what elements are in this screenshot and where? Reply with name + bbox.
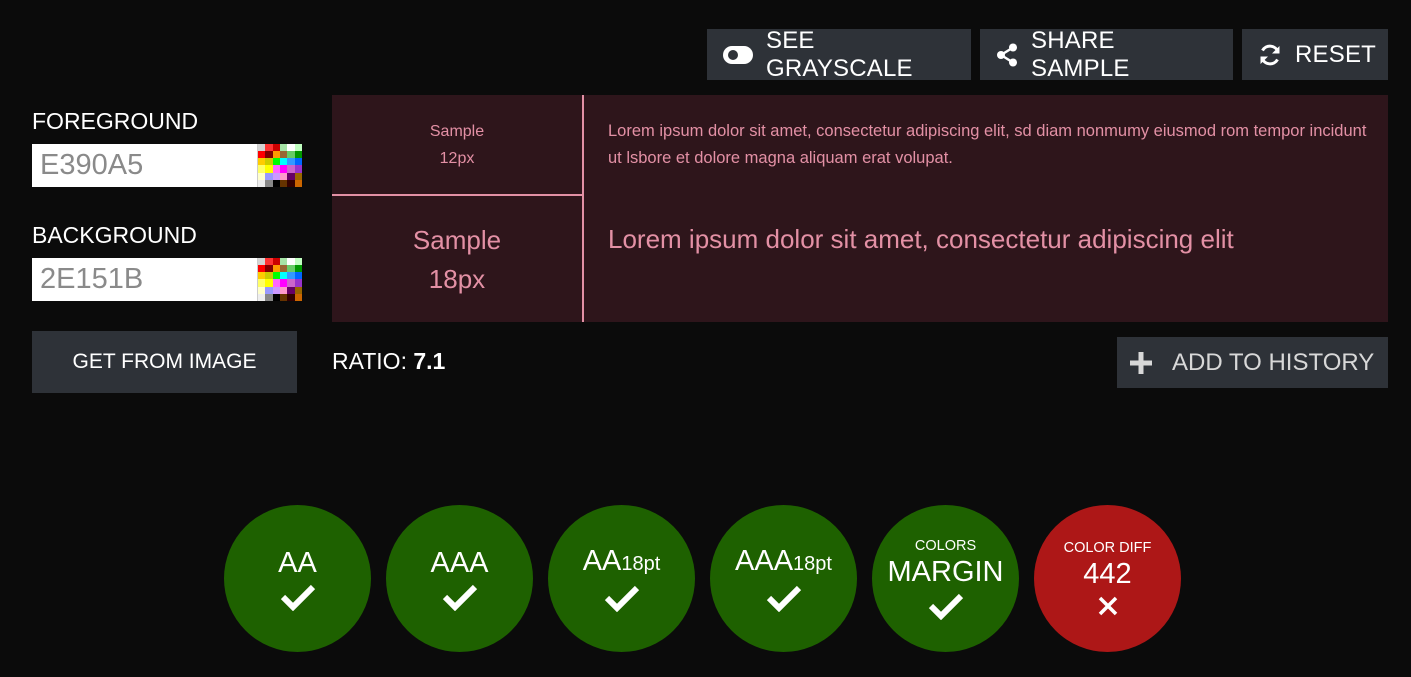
aaa-18pt-main: AAA xyxy=(735,545,794,577)
foreground-label: FOREGROUND xyxy=(32,108,199,134)
reset-button[interactable]: RESET xyxy=(1242,29,1388,80)
aa-18pt-sub: 18pt xyxy=(621,553,661,575)
aa-result-badge: AA xyxy=(224,505,371,652)
colors-margin-caption: COLORS xyxy=(914,537,977,554)
plus-icon xyxy=(1130,351,1152,374)
sample-large-text: Lorem ipsum dolor sit amet, consectetur … xyxy=(608,224,1234,254)
sample-18px-line2: 18px xyxy=(428,263,486,294)
background-input[interactable] xyxy=(32,258,257,301)
sample-12px-line1: Sample xyxy=(429,123,485,140)
aa-18pt-result-title: AA18pt xyxy=(583,545,661,580)
sample-18px-label: Sample 18px xyxy=(332,197,582,322)
foreground-color-picker[interactable] xyxy=(257,144,302,187)
foreground-input[interactable] xyxy=(32,144,257,187)
see-grayscale-button[interactable]: SEE GRAYSCALE xyxy=(707,26,971,82)
sample-small-text: Lorem ipsum dolor sit amet, consectetur … xyxy=(608,122,1367,167)
aaa-18pt-result-title: AAA18pt xyxy=(735,545,832,580)
check-icon xyxy=(280,583,316,611)
reset-label: RESET xyxy=(1295,40,1377,68)
colors-margin-title: MARGIN xyxy=(887,555,1004,588)
check-icon xyxy=(442,583,478,611)
sample-divider-horizontal xyxy=(332,194,582,196)
ratio-value: 7.1 xyxy=(413,348,446,374)
sample-12px-label: Sample 12px xyxy=(332,95,582,195)
color-diff-result-badge: COLOR DIFF 442 xyxy=(1034,505,1181,652)
add-to-history-label: ADD TO HISTORY xyxy=(1172,348,1375,376)
sample-divider-vertical xyxy=(582,95,584,322)
ratio-label: RATIO: xyxy=(332,348,407,374)
color-diff-caption: COLOR DIFF xyxy=(1063,539,1152,556)
sample-18px-line1: Sample xyxy=(412,224,502,255)
aaa-result-badge: AAA xyxy=(386,505,533,652)
contrast-ratio: RATIO: 7.1 xyxy=(332,348,445,375)
background-label: BACKGROUND xyxy=(32,222,197,248)
aaa-18pt-result-badge: AAA18pt xyxy=(710,505,857,652)
share-sample-button[interactable]: SHARE SAMPLE xyxy=(980,26,1233,82)
share-sample-label: SHARE SAMPLE xyxy=(1031,26,1130,82)
check-icon xyxy=(604,584,640,612)
check-icon xyxy=(928,592,964,620)
refresh-icon xyxy=(1258,43,1282,67)
sample-12px-line2: 12px xyxy=(439,150,475,167)
see-grayscale-label: SEE GRAYSCALE xyxy=(766,26,913,82)
color-diff-value: 442 xyxy=(1083,557,1132,590)
toolbar: SEE GRAYSCALE SHARE SAMPLE RESET xyxy=(707,26,1388,82)
colors-margin-result-badge: COLORS MARGIN xyxy=(872,505,1019,652)
aaa-result-title: AAA xyxy=(430,546,489,579)
aa-18pt-result-badge: AA18pt xyxy=(548,505,695,652)
share-icon xyxy=(996,43,1018,67)
check-icon xyxy=(766,584,802,612)
get-from-image-button[interactable]: GET FROM IMAGE xyxy=(32,331,297,393)
background-color-picker[interactable] xyxy=(257,258,302,301)
aaa-18pt-sub: 18pt xyxy=(793,553,832,575)
cross-icon xyxy=(1096,594,1120,618)
toggle-icon xyxy=(723,45,753,64)
sample-preview: Sample 12px Sample 18px Lorem ipsum dolo… xyxy=(332,95,1388,322)
aa-result-title: AA xyxy=(278,546,317,579)
aa-18pt-main: AA xyxy=(582,545,622,577)
add-to-history-button[interactable]: ADD TO HISTORY xyxy=(1117,337,1388,388)
